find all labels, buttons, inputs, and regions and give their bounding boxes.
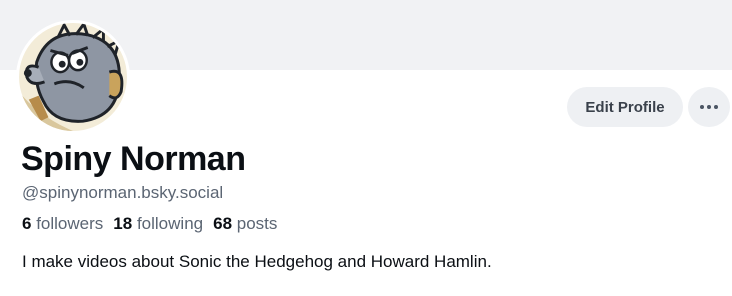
more-options-button[interactable] (688, 87, 730, 127)
profile-stats: 6 followers 18 following 68 posts (22, 214, 287, 234)
followers-link[interactable]: 6 followers (22, 214, 103, 234)
avatar[interactable] (16, 20, 130, 134)
posts-count: 68 (213, 214, 233, 233)
profile-bio: I make videos about Sonic the Hedgehog a… (22, 252, 492, 271)
following-link[interactable]: 18 following (113, 214, 203, 234)
ellipsis-icon (700, 105, 704, 109)
ellipsis-icon (707, 105, 711, 109)
posts-stat: 68 posts (213, 214, 277, 234)
following-label: following (136, 214, 204, 233)
edit-profile-button[interactable]: Edit Profile (567, 87, 683, 127)
profile-handle: @spinynorman.bsky.social (22, 183, 224, 202)
followers-count: 6 (22, 214, 32, 233)
following-count: 18 (113, 214, 133, 233)
display-name: Spiny Norman (21, 140, 246, 178)
avatar-image (19, 23, 127, 131)
posts-label: posts (236, 214, 278, 233)
ellipsis-icon (714, 105, 718, 109)
followers-label: followers (36, 214, 104, 233)
profile-page: Edit Profile Spiny Norman @spinynorman.b… (0, 0, 732, 296)
